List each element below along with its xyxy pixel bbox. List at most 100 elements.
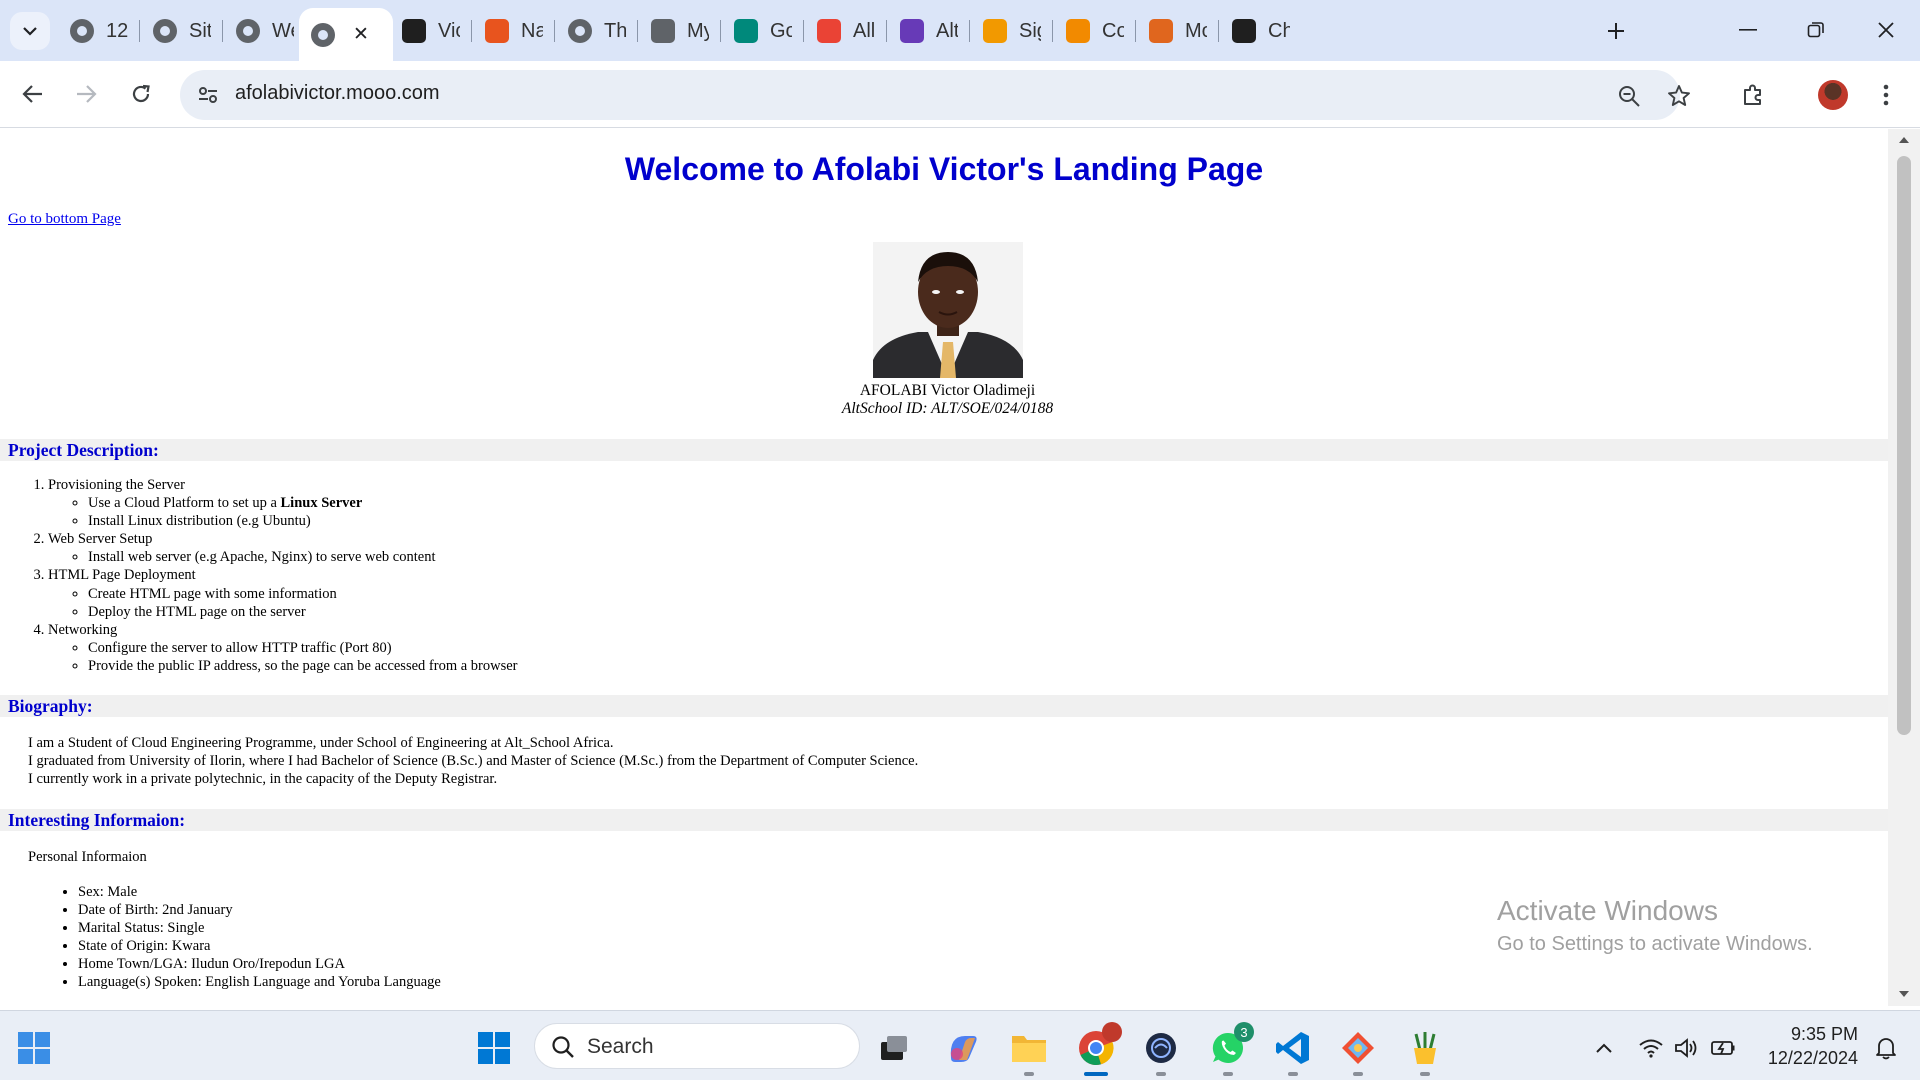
chrome-profile-badge — [1102, 1022, 1122, 1042]
forward-button[interactable] — [66, 74, 106, 114]
bio-line: I graduated from University of Ilorin, w… — [28, 753, 919, 770]
tab[interactable]: 127. — [58, 11, 136, 51]
new-tab-button[interactable] — [1598, 14, 1634, 48]
tab-search-button[interactable] — [10, 12, 50, 50]
running-indicator — [1156, 1072, 1166, 1076]
tab[interactable]: The — [556, 11, 634, 51]
document-icon — [651, 19, 675, 43]
reload-button[interactable] — [121, 74, 161, 114]
widgets-icon — [18, 1032, 50, 1064]
list-item: Create HTML page with some information — [88, 585, 518, 603]
scroll-up-arrow-icon[interactable] — [1899, 137, 1909, 143]
tab-separator — [1218, 20, 1219, 42]
tab[interactable]: Sign — [971, 11, 1049, 51]
profile-button[interactable] — [1813, 75, 1853, 115]
tab[interactable]: Nan — [473, 11, 551, 51]
list-item: Marital Status: Single — [78, 919, 441, 937]
tab[interactable]: My — [639, 11, 717, 51]
start-button[interactable] — [472, 1026, 516, 1070]
paint-app-button[interactable] — [1403, 1026, 1447, 1076]
copilot-button[interactable] — [941, 1026, 985, 1070]
tab[interactable]: Moo — [1137, 11, 1215, 51]
whatsapp-button[interactable]: 3 — [1206, 1022, 1254, 1076]
tab-label: All I — [853, 19, 875, 42]
tab[interactable]: Goo — [722, 11, 800, 51]
scroll-thumb[interactable] — [1897, 156, 1911, 735]
wifi-status[interactable] — [1632, 1026, 1670, 1070]
list-item: Sex: Male — [78, 883, 441, 901]
widgets-button[interactable] — [12, 1026, 56, 1070]
google-meet-icon — [734, 19, 758, 43]
web-page: Welcome to Afolabi Victor's Landing Page… — [0, 129, 1888, 1006]
file-explorer-button[interactable] — [1007, 1026, 1051, 1076]
wifi-icon — [1639, 1039, 1663, 1058]
search-label: Search — [587, 1035, 654, 1058]
task-view-button[interactable] — [872, 1026, 916, 1070]
tab[interactable]: AltS — [888, 11, 966, 51]
tab-close-icon[interactable]: ✕ — [353, 23, 369, 46]
vscode-button[interactable] — [1271, 1026, 1315, 1076]
tab-separator — [1135, 20, 1136, 42]
list-item: State of Origin: Kwara — [78, 937, 441, 955]
zoom-icon[interactable] — [1615, 82, 1643, 110]
extensions-button[interactable] — [1733, 75, 1773, 115]
tab[interactable]: All I — [805, 11, 883, 51]
app-circle-button[interactable] — [1139, 1026, 1183, 1076]
battery-status[interactable] — [1704, 1026, 1742, 1070]
personal-info-list: Sex: Male Date of Birth: 2nd January Mar… — [78, 883, 441, 992]
git-tool-button[interactable] — [1336, 1026, 1380, 1076]
page-title: Welcome to Afolabi Victor's Landing Page — [624, 151, 1264, 187]
volume-status[interactable] — [1668, 1026, 1706, 1070]
notifications-button[interactable] — [1866, 1026, 1906, 1070]
list-item: HTML Page Deployment Create HTML page wi… — [48, 566, 518, 620]
windows-taskbar: Search 3 9:35 PM 12/22/2024 — [0, 1010, 1920, 1080]
url-text[interactable]: afolabivictor.mooo.com — [235, 82, 440, 105]
clock-date: 12/22/2024 — [1767, 1048, 1858, 1068]
list-item: Date of Birth: 2nd January — [78, 901, 441, 919]
avatar — [1818, 80, 1848, 110]
go-to-bottom-link[interactable]: Go to bottom Page — [8, 211, 121, 228]
tab-label: Nan — [521, 19, 543, 42]
address-bar[interactable]: afolabivictor.mooo.com — [180, 70, 1690, 120]
project-description-heading: Project Description: — [0, 439, 1888, 461]
tab[interactable]: Vick — [390, 11, 468, 51]
chevron-up-icon — [1596, 1043, 1612, 1053]
vertical-scrollbar[interactable] — [1888, 129, 1920, 1006]
chrome-button[interactable] — [1074, 1022, 1122, 1076]
biography-text: I am a Student of Cloud Engineering Prog… — [28, 734, 918, 789]
restore-button[interactable] — [1788, 10, 1844, 50]
show-hidden-icons-button[interactable] — [1584, 1026, 1624, 1070]
bookmark-star-icon[interactable] — [1665, 82, 1693, 110]
battery-charging-icon — [1711, 1041, 1735, 1055]
minimize-icon — [1739, 29, 1757, 31]
tab-label: Cha — [1268, 19, 1290, 42]
tab[interactable]: Site — [141, 11, 219, 51]
tab-label: Con — [1102, 19, 1124, 42]
close-window-button[interactable] — [1858, 10, 1914, 50]
tab[interactable]: Cha — [1220, 11, 1298, 51]
tab-label: The — [604, 19, 626, 42]
watermark-title: Activate Windows — [1497, 895, 1718, 926]
menu-button[interactable] — [1866, 75, 1906, 115]
interesting-info-heading: Interesting Informaion: — [0, 809, 1888, 831]
bell-icon — [1876, 1038, 1896, 1060]
aws-icon — [1066, 19, 1090, 43]
tab-active[interactable]: ✕ — [299, 8, 393, 61]
project-list: Provisioning the Server Use a Cloud Plat… — [48, 476, 518, 675]
running-indicator — [1288, 1072, 1298, 1076]
back-button[interactable] — [13, 74, 53, 114]
tab[interactable]: Con — [1054, 11, 1132, 51]
tab-label: 127. — [106, 19, 128, 42]
netlify-icon — [485, 19, 509, 43]
system-clock[interactable]: 9:35 PM 12/22/2024 — [1758, 1022, 1858, 1070]
site-settings-icon[interactable] — [194, 82, 222, 108]
chevron-down-icon — [23, 27, 37, 36]
scroll-down-arrow-icon[interactable] — [1899, 991, 1909, 997]
taskbar-search-box[interactable]: Search — [534, 1023, 860, 1069]
list-item: Language(s) Spoken: English Language and… — [78, 973, 441, 991]
minimize-button[interactable] — [1720, 10, 1776, 50]
watermark-subtitle: Go to Settings to activate Windows. — [1497, 933, 1813, 955]
browser-toolbar: afolabivictor.mooo.com — [0, 61, 1920, 128]
tab[interactable]: Wel — [224, 11, 302, 51]
list-item: Provide the public IP address, so the pa… — [88, 657, 518, 675]
